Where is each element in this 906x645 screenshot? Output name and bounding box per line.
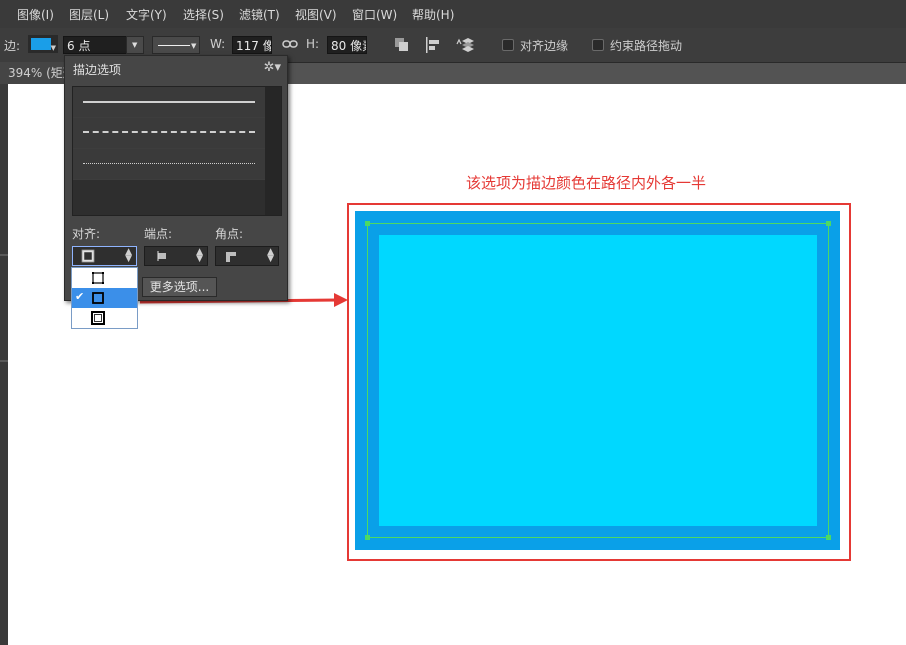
align-center-icon [92, 292, 104, 304]
line-style-dashed[interactable] [73, 118, 265, 149]
dotted-line-icon [83, 163, 255, 164]
dashed-line-icon [83, 131, 255, 133]
caps-select[interactable]: ▲ ▼ [144, 246, 208, 266]
align-outside-icon [91, 311, 105, 325]
miter-join-icon [226, 252, 236, 262]
updown-arrow-icon: ▲ ▼ [267, 247, 274, 264]
align-dropdown: ✔ [71, 267, 138, 329]
caps-label: 端点: [144, 227, 173, 241]
align-center-icon [81, 249, 95, 263]
gear-icon[interactable]: ✲▾ [264, 60, 281, 75]
align-option-inside[interactable] [72, 268, 137, 288]
align-option-outside[interactable] [72, 308, 137, 328]
line-style-dotted[interactable] [73, 149, 265, 180]
more-options-button[interactable]: 更多选项... [142, 277, 217, 297]
align-label: 对齐: [72, 227, 101, 241]
solid-line-icon [83, 101, 255, 103]
line-style-solid[interactable] [73, 87, 265, 118]
butt-cap-icon [157, 251, 166, 261]
align-select[interactable]: ▲ ▼ [72, 246, 137, 266]
line-style-list [72, 86, 282, 216]
align-option-center[interactable]: ✔ [72, 288, 137, 308]
panel-title: 描边选项 [73, 63, 122, 77]
stroke-options-panel: 描边选项 ✲▾ 对齐: 端点: 角点: ▲ ▼ ▲ ▼ ▲ ▼ 更多选项... [64, 55, 288, 301]
align-inside-icon [92, 272, 104, 284]
corners-select[interactable]: ▲ ▼ [215, 246, 279, 266]
updown-arrow-icon: ▲ ▼ [125, 247, 132, 264]
corners-label: 角点: [215, 227, 244, 241]
scrollbar[interactable] [265, 87, 281, 215]
checkmark-icon: ✔ [75, 290, 85, 303]
updown-arrow-icon: ▲ ▼ [196, 247, 203, 264]
